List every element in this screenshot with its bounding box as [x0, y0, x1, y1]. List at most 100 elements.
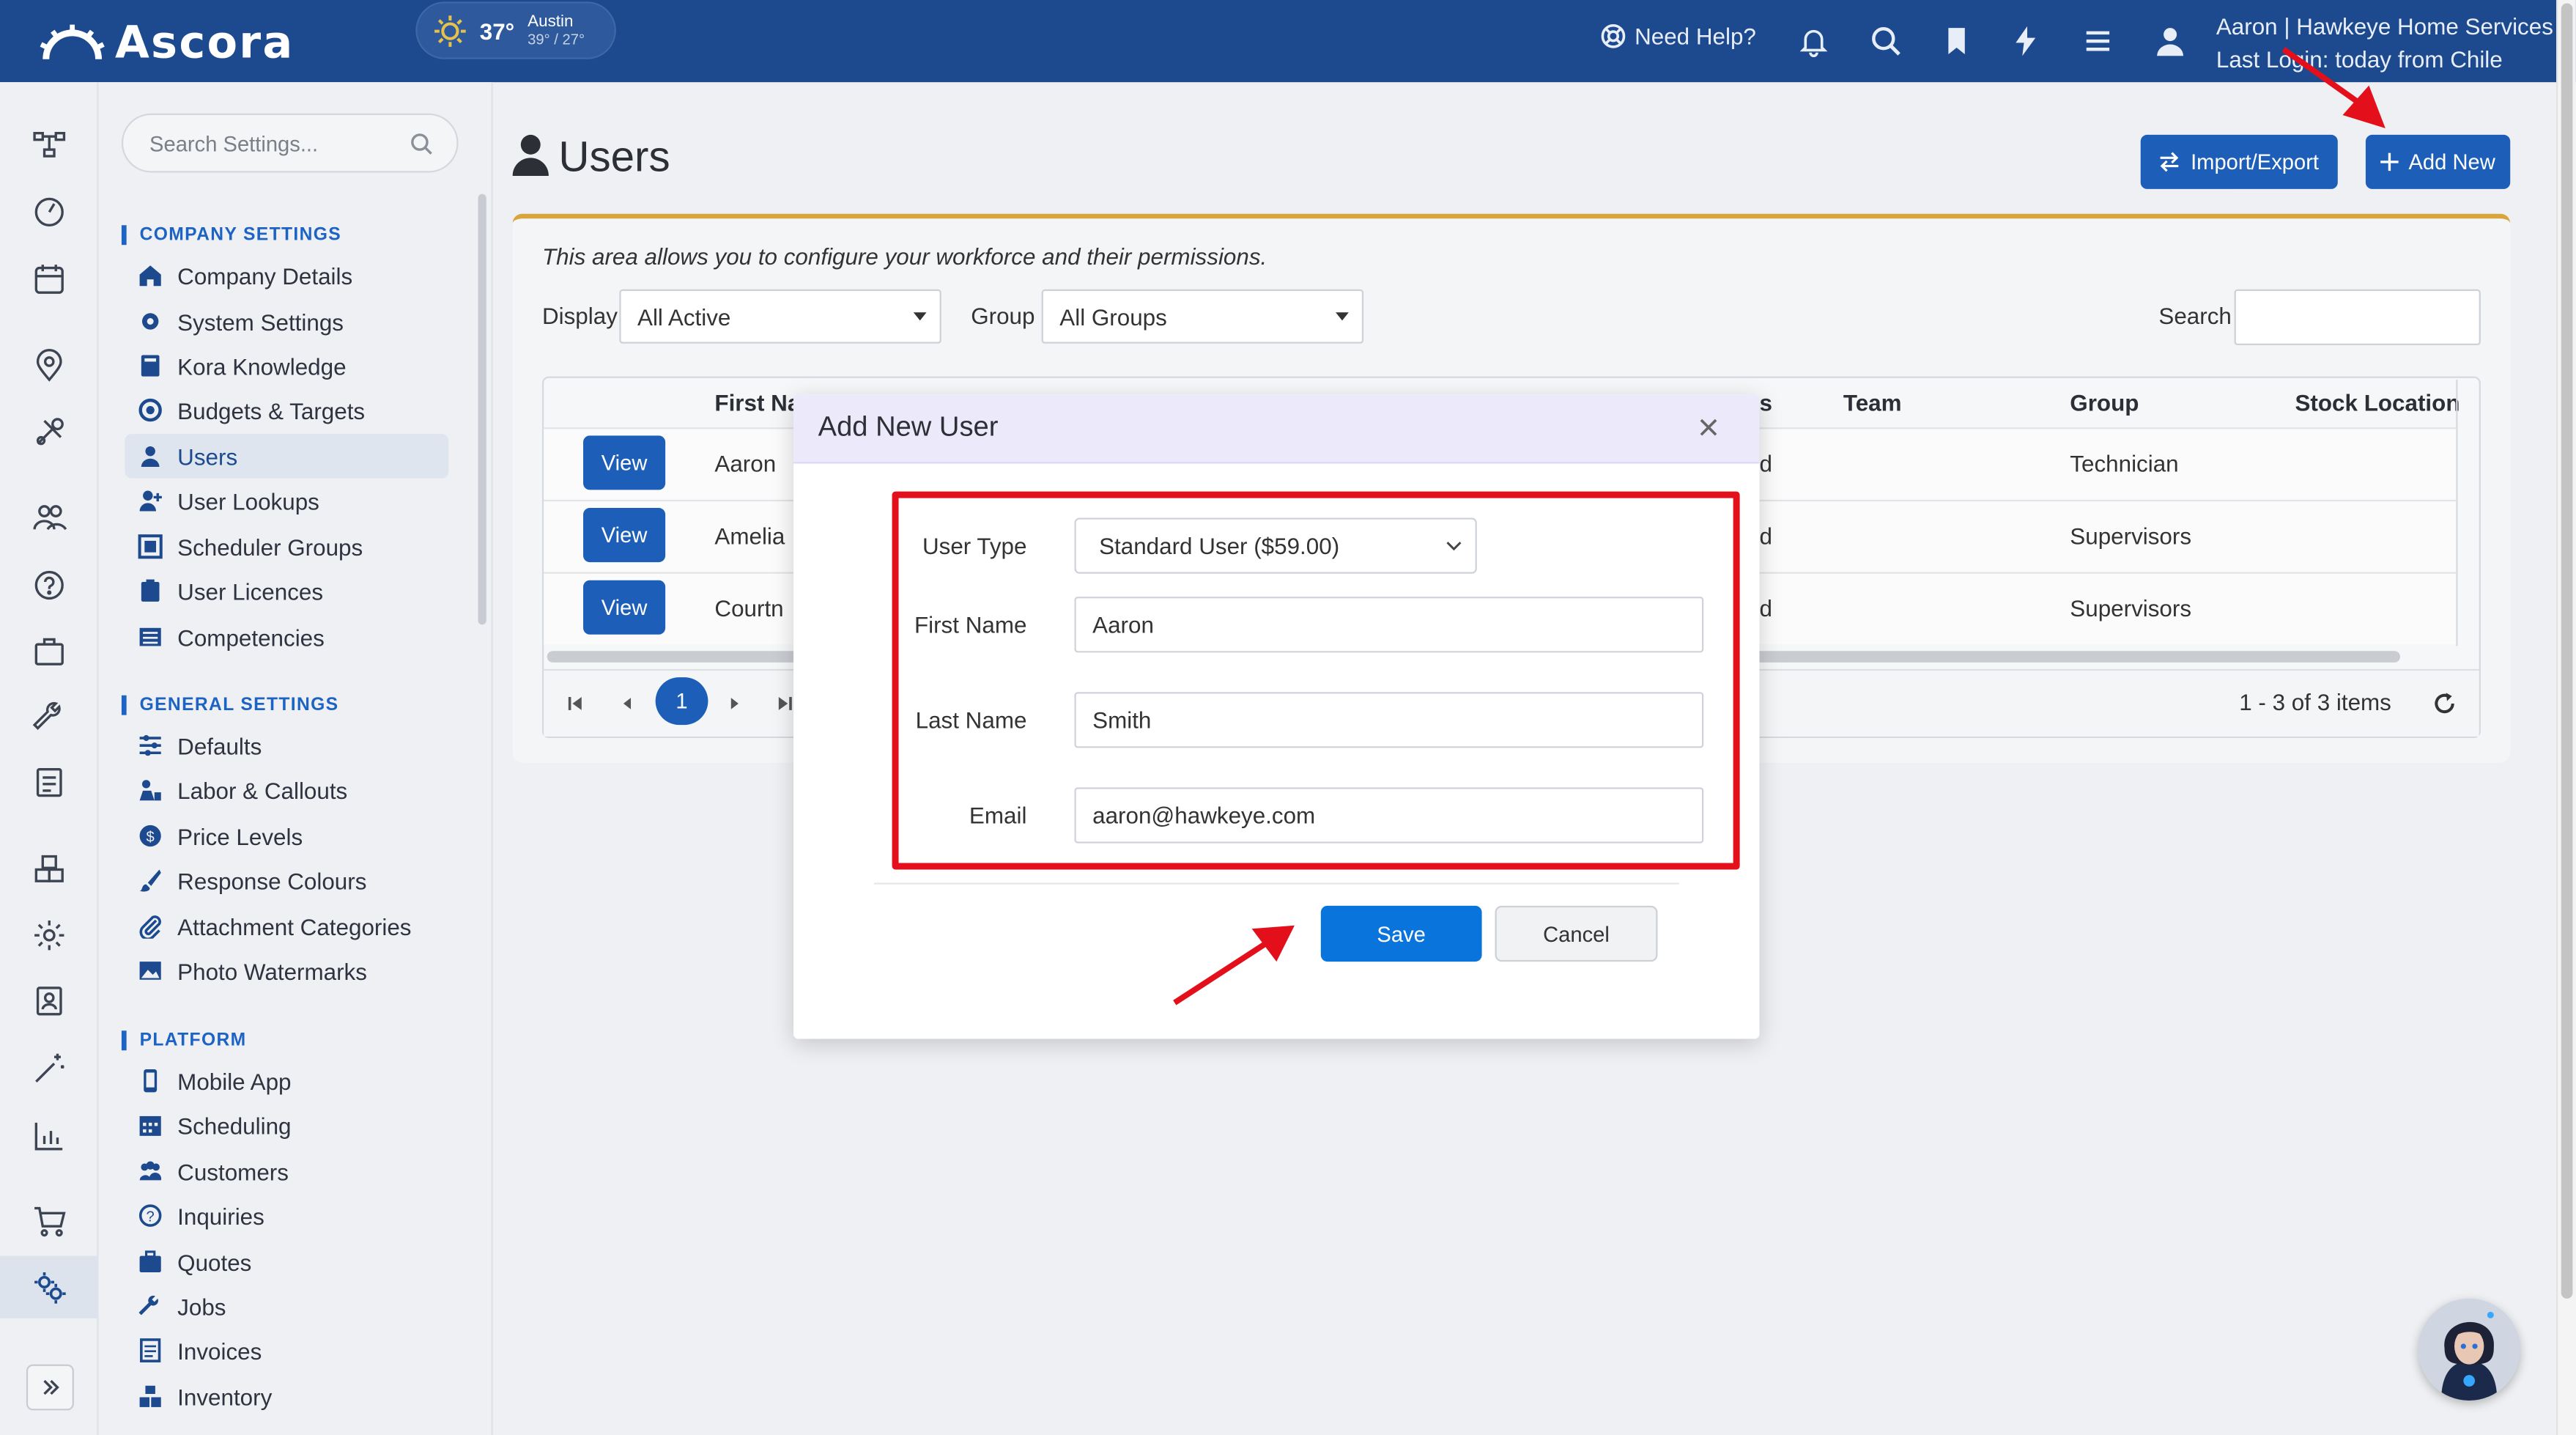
- panel-description: This area allows you to configure your w…: [541, 243, 1267, 270]
- next-page-icon[interactable]: [726, 696, 742, 712]
- wrench-icon[interactable]: [32, 698, 67, 734]
- view-button[interactable]: View: [583, 508, 666, 563]
- column-header-status[interactable]: s: [1760, 390, 1772, 416]
- menu-icon[interactable]: [2081, 25, 2114, 58]
- display-select[interactable]: All Active: [619, 289, 941, 344]
- bar-chart-icon[interactable]: [32, 1118, 67, 1154]
- magic-wand-icon[interactable]: [32, 1050, 67, 1086]
- add-new-button[interactable]: Add New: [2365, 134, 2511, 189]
- sidebar-item-kora-knowledge[interactable]: Kora Knowledge: [125, 344, 448, 388]
- sidebar-item-label: Response Colours: [177, 867, 367, 894]
- help-circle-icon[interactable]: [32, 567, 67, 603]
- ascora-logo[interactable]: Ascora: [40, 18, 352, 68]
- first-name-input[interactable]: [1074, 597, 1704, 653]
- sidebar-item-budgets-targets[interactable]: Budgets & Targets: [125, 388, 448, 432]
- sidebar-item-inventory[interactable]: Inventory: [125, 1374, 448, 1419]
- chevrons-right-icon: [42, 1379, 59, 1395]
- page-scrollbar-thumb[interactable]: [2561, 3, 2573, 1299]
- sidebar-item-invoices[interactable]: Invoices: [125, 1328, 448, 1373]
- contact-card-icon[interactable]: [32, 983, 67, 1019]
- cart-icon[interactable]: [32, 1203, 67, 1239]
- group-cell: Supervisors: [2070, 523, 2192, 550]
- sidebar-item-inquiries[interactable]: ? Inquiries: [125, 1193, 448, 1238]
- assistant-avatar[interactable]: [2418, 1298, 2520, 1401]
- first-name-cell: Aaron: [714, 450, 777, 477]
- close-icon[interactable]: [1695, 414, 1722, 440]
- sidebar-item-quotes[interactable]: Quotes: [125, 1239, 448, 1284]
- column-header-first-name[interactable]: First Na: [714, 390, 800, 416]
- sidebar-item-price-levels[interactable]: $ Price Levels: [125, 814, 448, 858]
- sidebar-item-user-lookups[interactable]: User Lookups: [125, 479, 448, 523]
- sidebar-item-company-details[interactable]: Company Details: [125, 253, 448, 298]
- user-icon: [141, 446, 160, 467]
- sidebar-item-attachment-categories[interactable]: Attachment Categories: [125, 904, 448, 949]
- group-select[interactable]: All Groups: [1041, 289, 1364, 344]
- column-header-group[interactable]: Group: [2070, 390, 2139, 416]
- boxes-icon[interactable]: [32, 852, 67, 888]
- workflow-icon[interactable]: [32, 127, 67, 163]
- people-icon[interactable]: [32, 498, 67, 534]
- column-header-stock-location[interactable]: Stock Location: [2295, 390, 2460, 416]
- refresh-icon[interactable]: [2432, 690, 2458, 717]
- calendar-icon[interactable]: [32, 262, 67, 298]
- sidebar-scrollbar[interactable]: [478, 193, 486, 625]
- caret-down-icon: [913, 312, 927, 321]
- status-cell: d: [1759, 523, 1772, 550]
- sidebar-item-response-colours[interactable]: Response Colours: [125, 858, 448, 903]
- sidebar-item-scheduling[interactable]: Scheduling: [125, 1103, 448, 1148]
- sidebar-item-user-licences[interactable]: User Licences: [125, 569, 448, 613]
- sidebar-item-competencies[interactable]: Competencies: [125, 615, 448, 660]
- import-export-button[interactable]: Import/Export: [2140, 134, 2338, 189]
- search-settings-input[interactable]: [121, 113, 459, 173]
- list-icon: [139, 627, 161, 646]
- sidebar-item-jobs[interactable]: Jobs: [125, 1284, 448, 1329]
- sun-icon: [434, 15, 466, 46]
- cancel-button[interactable]: Cancel: [1495, 905, 1658, 962]
- user-type-select[interactable]: Standard User ($59.00): [1074, 517, 1477, 574]
- sidebar-item-labor-callouts[interactable]: Labor & Callouts: [125, 767, 448, 812]
- need-help-link[interactable]: Need Help?: [1600, 23, 1756, 49]
- invoice-icon[interactable]: [32, 764, 67, 800]
- save-button[interactable]: Save: [1320, 905, 1482, 962]
- sidebar-item-users[interactable]: Users: [125, 434, 449, 479]
- sidebar-item-label: User Licences: [177, 578, 324, 605]
- dashboard-icon[interactable]: [32, 194, 67, 230]
- sidebar-item-label: Invoices: [177, 1337, 262, 1364]
- email-input[interactable]: [1074, 787, 1704, 844]
- settings-cogs-icon[interactable]: [32, 1269, 67, 1305]
- first-page-icon[interactable]: [567, 696, 583, 712]
- current-page-button[interactable]: 1: [655, 677, 708, 726]
- expand-rail-button[interactable]: [26, 1364, 74, 1411]
- plus-icon: [2380, 152, 2399, 171]
- column-header-team[interactable]: Team: [1843, 390, 1902, 416]
- weather-widget[interactable]: 37° Austin 39° / 27°: [415, 1, 616, 59]
- briefcase-icon[interactable]: [32, 633, 67, 669]
- map-pin-icon[interactable]: [32, 347, 67, 383]
- home-icon: [139, 265, 161, 287]
- users-page-icon: [512, 134, 549, 176]
- assistant-character-icon: [2418, 1298, 2520, 1401]
- sidebar-item-defaults[interactable]: Defaults: [125, 723, 448, 768]
- sidebar-item-system-settings[interactable]: System Settings: [125, 299, 448, 344]
- lightning-icon[interactable]: [2009, 25, 2042, 58]
- settings-gear-icon[interactable]: [32, 918, 67, 953]
- sidebar-item-scheduler-groups[interactable]: Scheduler Groups: [125, 524, 448, 569]
- sidebar-item-mobile-app[interactable]: Mobile App: [125, 1058, 448, 1103]
- last-name-input[interactable]: [1074, 692, 1704, 748]
- sidebar-item-photo-watermarks[interactable]: Photo Watermarks: [125, 948, 448, 993]
- sidebar-item-customers[interactable]: Customers: [125, 1149, 448, 1194]
- prev-page-icon[interactable]: [619, 696, 635, 712]
- view-button[interactable]: View: [583, 580, 666, 635]
- sidebar-item-label: Defaults: [177, 732, 262, 759]
- sidebar-item-label: Scheduler Groups: [177, 533, 363, 560]
- tools-icon[interactable]: [32, 414, 67, 450]
- sidebar-item-label: Competencies: [177, 624, 325, 651]
- bookmark-icon[interactable]: [1940, 25, 1973, 58]
- search-icon[interactable]: [1870, 25, 1903, 58]
- view-button[interactable]: View: [583, 435, 666, 490]
- bell-icon[interactable]: [1797, 25, 1830, 58]
- last-page-icon[interactable]: [777, 696, 793, 712]
- weather-city: Austin: [528, 12, 574, 32]
- user-icon[interactable]: [2154, 25, 2187, 58]
- users-search-input[interactable]: [2234, 289, 2481, 346]
